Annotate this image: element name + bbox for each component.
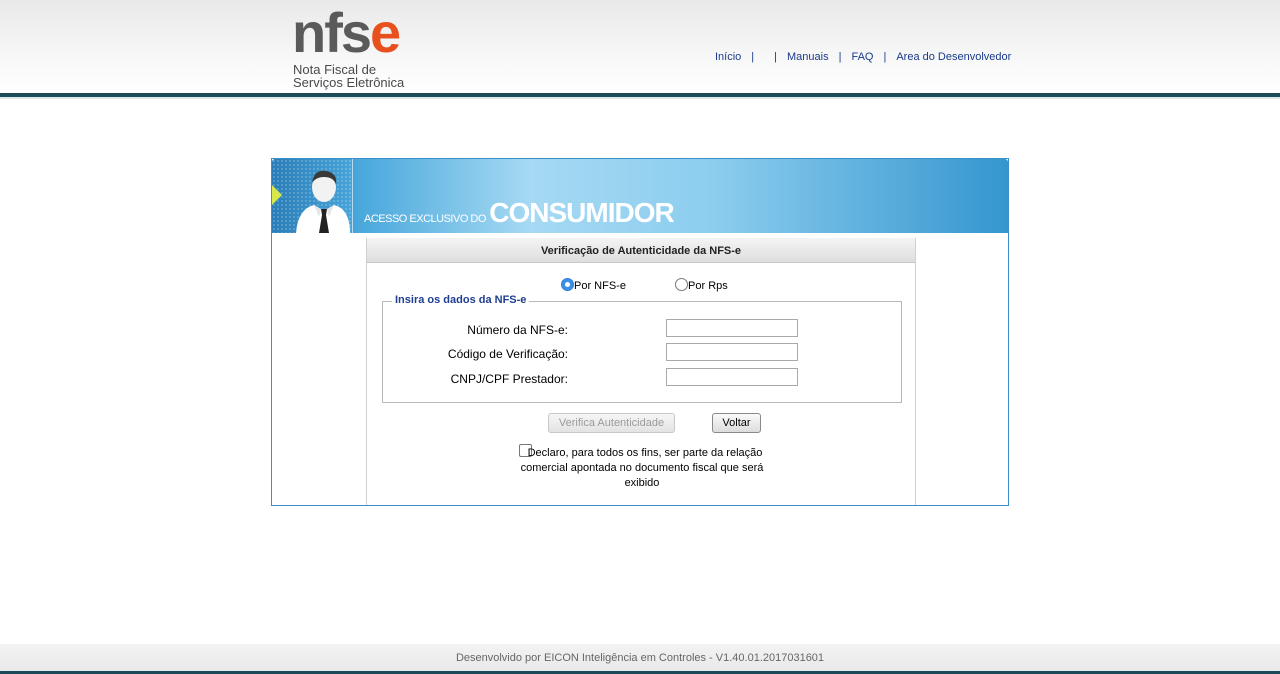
radio-por-nfse[interactable]: Por NFS-e — [561, 278, 626, 292]
cnpj-cpf-prestador-input[interactable] — [666, 368, 798, 386]
banner-divider — [352, 159, 353, 233]
logo-wordmark: nfse — [292, 5, 401, 61]
voltar-button[interactable]: Voltar — [712, 413, 761, 433]
consumer-person-icon — [296, 170, 350, 233]
codigo-verificacao-input[interactable] — [666, 343, 798, 361]
consumer-banner: ACESSO EXCLUSIVO DO CONSUMIDOR — [272, 159, 1008, 233]
logo-subtitle: Nota Fiscal de Serviços Eletrônica — [293, 63, 404, 89]
nav-separator: | — [883, 51, 887, 63]
nfse-logo[interactable]: nfse Nota Fiscal de Serviços Eletrônica — [292, 5, 432, 92]
search-type-radio-group: Por NFS-e Por Rps — [561, 278, 728, 292]
logo-e-text: e — [370, 1, 401, 64]
radio-por-rps[interactable]: Por Rps — [675, 278, 728, 292]
banner-small-text: ACESSO EXCLUSIVO DO — [364, 213, 486, 225]
declaration-text: Declaro, para todos os fins, ser parte d… — [517, 446, 767, 491]
header-divider-light — [0, 97, 1280, 99]
nav-link-faq[interactable]: FAQ — [851, 51, 873, 63]
radio-button[interactable] — [675, 278, 689, 291]
codigo-verificacao-label: Código de Verificação: — [447, 347, 568, 361]
banner-title: ACESSO EXCLUSIVO DO CONSUMIDOR — [364, 197, 675, 229]
radio-button-checked[interactable] — [561, 278, 574, 291]
nav-link-manuais[interactable]: Manuais — [787, 51, 829, 63]
verification-form: Verificação de Autenticidade da NFS-e Po… — [366, 238, 916, 505]
radio-label: Por Rps — [688, 280, 728, 292]
logo-nfs-text: nfs — [292, 1, 372, 64]
banner-big-text: CONSUMIDOR — [489, 197, 674, 228]
declaration-label: Declaro, para todos os fins, ser parte d… — [520, 447, 764, 489]
nav-link-inicio[interactable]: Início — [715, 51, 741, 63]
form-title: Verificação de Autenticidade da NFS-e — [367, 238, 915, 263]
consumer-panel: ACESSO EXCLUSIVO DO CONSUMIDOR Verificaç… — [271, 158, 1009, 506]
page-header: nfse Nota Fiscal de Serviços Eletrônica … — [0, 0, 1280, 93]
numero-nfse-input[interactable] — [666, 319, 798, 337]
nav-separator: | — [751, 51, 755, 63]
banner-arrow-icon — [272, 185, 282, 205]
top-nav: Início | | Manuais | FAQ | Area do Desenvolvedo… — [715, 51, 1011, 63]
numero-nfse-label: Número da NFS-e: — [467, 323, 568, 337]
cnpj-cpf-prestador-label: CNPJ/CPF Prestador: — [450, 372, 568, 386]
radio-label: Por NFS-e — [574, 280, 626, 292]
fieldset-legend: Insira os dados da NFS-e — [392, 294, 530, 306]
nav-separator: | — [774, 51, 778, 63]
footer-credits: Desenvolvido por EICON Inteligência em C… — [455, 652, 825, 664]
logo-subtitle-line2: Serviços Eletrônica — [293, 75, 405, 90]
page-footer: Desenvolvido por EICON Inteligência em C… — [0, 644, 1280, 674]
verifica-autenticidade-button[interactable]: Verifica Autenticidade — [548, 413, 675, 433]
nav-link-area-desenvolvedor[interactable]: Area do Desenvolvedor — [896, 51, 1011, 63]
nfse-data-fieldset: Insira os dados da NFS-e Número da NFS-e… — [382, 294, 902, 403]
nav-separator: | — [838, 51, 842, 63]
